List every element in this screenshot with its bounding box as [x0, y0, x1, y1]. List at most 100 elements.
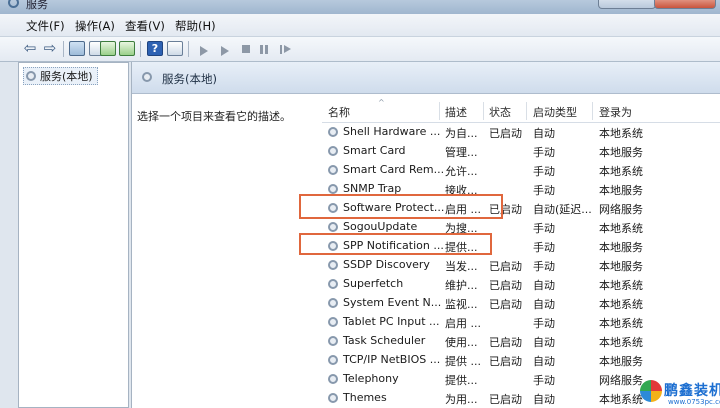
service-gear-icon [328, 184, 338, 194]
service-startup-type: 自动 [533, 298, 555, 311]
service-row[interactable]: SSDP Discovery 当发... 已启动 手动 本地服务 [322, 256, 720, 275]
service-startup-type: 自动 [533, 127, 555, 140]
service-logon-as: 本地服务 [599, 184, 643, 197]
sort-ascending-icon: ^ [378, 98, 385, 107]
service-description: 当发... [445, 260, 478, 273]
service-logon-as: 本地服务 [599, 260, 643, 273]
maximize-button[interactable] [598, 0, 656, 9]
column-divider[interactable] [439, 102, 440, 120]
column-description[interactable]: 描述 [445, 104, 467, 120]
service-logon-as: 本地服务 [599, 241, 643, 254]
service-logon-as: 本地系统 [599, 279, 643, 292]
menu-help[interactable]: 帮助(H) [175, 18, 216, 34]
toolbar-separator [188, 41, 189, 57]
service-logon-as: 本地系统 [599, 393, 643, 406]
menu-file[interactable]: 文件(F) [26, 18, 65, 34]
service-startup-type: 自动 [533, 355, 555, 368]
column-logon-as[interactable]: 登录为 [599, 104, 632, 120]
service-row[interactable]: Smart Card Rem... 允许... 手动 本地系统 [322, 161, 720, 180]
column-divider[interactable] [592, 102, 593, 120]
service-description: 启用 ... [445, 317, 481, 330]
service-gear-icon [328, 165, 338, 175]
show-hide-console-tree-icon[interactable] [69, 41, 85, 56]
service-description: 提供... [445, 374, 478, 387]
service-status: 已启动 [489, 298, 522, 311]
service-row[interactable]: Task Scheduler 使用... 已启动 自动 本地系统 [322, 332, 720, 351]
service-startup-type: 自动(延迟... [533, 203, 592, 216]
toolbar-separator [140, 41, 141, 57]
service-startup-type: 手动 [533, 184, 555, 197]
description-hint: 选择一个项目来查看它的描述。 [137, 110, 291, 123]
pause-service-icon[interactable] [260, 45, 268, 54]
back-arrow-icon[interactable]: ⇦ [22, 41, 38, 56]
forward-arrow-icon[interactable]: ⇨ [42, 41, 58, 56]
service-row[interactable]: Superfetch 维护... 已启动 自动 本地系统 [322, 275, 720, 294]
service-startup-type: 手动 [533, 222, 555, 235]
column-status[interactable]: 状态 [489, 104, 511, 120]
watermark-url: www.0753pc.com [668, 398, 720, 406]
toolbar: ⇦ ⇨ ? [0, 37, 720, 62]
service-gear-icon [328, 146, 338, 156]
column-startup-type[interactable]: 启动类型 [533, 104, 577, 120]
service-description: 为用... [445, 393, 478, 406]
start-service-alt-icon[interactable] [221, 46, 229, 56]
service-gear-icon [328, 222, 338, 232]
column-name[interactable]: 名称 [328, 104, 350, 120]
service-description: 监视... [445, 298, 478, 311]
tree-item-label: 服务(本地) [40, 70, 93, 83]
service-startup-type: 手动 [533, 374, 555, 387]
service-status: 已启动 [489, 336, 522, 349]
column-header: ^ 名称 描述 状态 启动类型 登录为 [322, 98, 720, 123]
service-row[interactable]: Shell Hardware ... 为自... 已启动 自动 本地系统 [322, 123, 720, 142]
close-button[interactable] [654, 0, 716, 9]
service-logon-as: 本地系统 [599, 298, 643, 311]
services-pane: 服务(本地) 选择一个项目来查看它的描述。 ^ 名称 描述 状态 启动类型 登录… [131, 62, 720, 408]
service-status: 已启动 [489, 279, 522, 292]
service-gear-icon [328, 260, 338, 270]
highlight-box-software-protection [299, 194, 503, 219]
pane-title: 服务(本地) [162, 72, 217, 86]
service-gear-icon [328, 279, 338, 289]
service-gear-icon [328, 374, 338, 384]
services-list: Shell Hardware ... 为自... 已启动 自动 本地系统 Sma… [322, 123, 720, 408]
watermark-brand: 鹏鑫装机网 [664, 383, 720, 399]
service-gear-icon [328, 355, 338, 365]
service-logon-as: 本地系统 [599, 317, 643, 330]
start-service-icon[interactable] [200, 46, 208, 56]
export-list-icon[interactable] [119, 41, 135, 56]
gear-icon [142, 72, 152, 82]
service-name: Task Scheduler [343, 334, 426, 347]
service-name: Smart Card [343, 144, 406, 157]
service-row[interactable]: Smart Card 管理... 手动 本地服务 [322, 142, 720, 161]
column-divider[interactable] [483, 102, 484, 120]
service-status: 已启动 [489, 127, 522, 140]
column-divider[interactable] [526, 102, 527, 120]
service-gear-icon [328, 127, 338, 137]
service-row[interactable]: TCP/IP NetBIOS ... 提供 ... 已启动 自动 本地服务 [322, 351, 720, 370]
service-startup-type: 自动 [533, 336, 555, 349]
restart-service-icon[interactable] [280, 45, 291, 54]
service-gear-icon [328, 298, 338, 308]
gear-icon [26, 71, 36, 81]
service-name: Telephony [343, 372, 399, 385]
tree-item-services-local[interactable]: 服务(本地) [23, 67, 98, 85]
view-icon[interactable] [167, 41, 183, 56]
service-startup-type: 自动 [533, 393, 555, 406]
title-bar: 服务 [0, 0, 720, 14]
service-row[interactable]: System Event N... 监视... 已启动 自动 本地系统 [322, 294, 720, 313]
service-name: Themes [343, 391, 387, 404]
service-logon-as: 本地服务 [599, 146, 643, 159]
stop-service-icon[interactable] [242, 45, 250, 53]
help-icon[interactable]: ? [147, 41, 163, 56]
service-row[interactable]: Tablet PC Input ... 启用 ... 手动 本地系统 [322, 313, 720, 332]
service-name: Shell Hardware ... [343, 125, 441, 138]
service-startup-type: 手动 [533, 241, 555, 254]
service-name: System Event N... [343, 296, 442, 309]
menu-view[interactable]: 查看(V) [125, 18, 165, 34]
service-gear-icon [328, 317, 338, 327]
service-status: 已启动 [489, 260, 522, 273]
refresh-icon[interactable] [100, 41, 116, 56]
service-description: 管理... [445, 146, 478, 159]
service-startup-type: 手动 [533, 146, 555, 159]
menu-action[interactable]: 操作(A) [75, 18, 115, 34]
